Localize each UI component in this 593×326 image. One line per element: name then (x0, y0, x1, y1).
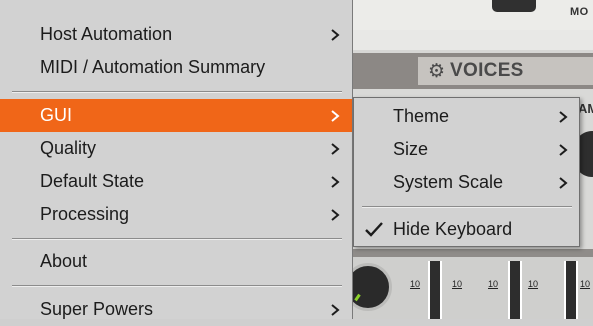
fader-scale-label: 10 (528, 279, 539, 289)
top-label: MO (570, 6, 589, 18)
fader-scale-label: 10 (452, 279, 463, 289)
menu-item-processing[interactable]: Processing (0, 198, 352, 231)
chevron-right-icon (558, 166, 570, 199)
submenu-item-label: Size (393, 139, 429, 159)
submenu-item-theme[interactable]: Theme (354, 100, 579, 133)
menu-separator (12, 285, 342, 287)
menu-item-super-powers[interactable]: Super Powers (0, 293, 352, 326)
fader-scale-label: 10 (410, 279, 421, 289)
chevron-right-icon (330, 132, 342, 165)
menu-separator (12, 238, 342, 240)
menu-item-label: Host Automation (40, 24, 173, 44)
menu-item-default-state[interactable]: Default State (0, 165, 352, 198)
gear-icon: ⚙ (428, 60, 446, 82)
top-panel: MO (352, 0, 593, 32)
lower-panel: 10 10 10 10 10 (344, 249, 593, 319)
menu-item-about[interactable]: About (0, 245, 352, 278)
chevron-right-icon (330, 198, 342, 231)
menu-item-quality[interactable]: Quality (0, 132, 352, 165)
submenu-item-system-scale[interactable]: System Scale (354, 166, 579, 199)
fader-3[interactable] (564, 261, 578, 319)
voices-header: ⚙ VOICES (418, 57, 593, 85)
menu-item-host-automation[interactable]: Host Automation (0, 18, 352, 51)
menu-item-label: GUI (40, 105, 73, 125)
panel-stripe (352, 30, 593, 50)
menu-item-label: About (40, 251, 88, 271)
chevron-right-icon (330, 293, 342, 326)
check-icon (364, 213, 384, 246)
menu-item-label: Super Powers (40, 299, 154, 319)
chevron-right-icon (330, 165, 342, 198)
menu-item-label: Quality (40, 138, 97, 158)
gui-submenu: Theme Size System Scale Hide Keyboard (353, 97, 580, 247)
menu-item-label: MIDI / Automation Summary (40, 57, 266, 77)
knob-indicator (354, 293, 361, 302)
submenu-item-label: Theme (393, 106, 450, 126)
chevron-right-icon (330, 99, 342, 132)
menu-item-label: Default State (40, 171, 145, 191)
context-menu: Host Automation MIDI / Automation Summar… (0, 0, 353, 319)
menu-item-midi-automation-summary[interactable]: MIDI / Automation Summary (0, 51, 352, 84)
chevron-right-icon (558, 133, 570, 166)
right-label: AM (578, 101, 593, 116)
fader-scale-label: 10 (580, 279, 591, 289)
menu-item-label: Processing (40, 204, 130, 224)
submenu-separator (362, 206, 572, 208)
fader-scale-label: 10 (488, 279, 499, 289)
submenu-item-label: Hide Keyboard (393, 219, 513, 239)
submenu-item-hide-keyboard[interactable]: Hide Keyboard (354, 213, 579, 246)
menu-item-gui[interactable]: GUI (0, 99, 352, 132)
lower-panel-header (352, 249, 593, 257)
chevron-right-icon (330, 18, 342, 51)
chevron-right-icon (558, 100, 570, 133)
fader-1[interactable] (428, 261, 442, 319)
submenu-item-label: System Scale (393, 172, 504, 192)
menu-separator (12, 91, 342, 93)
submenu-item-size[interactable]: Size (354, 133, 579, 166)
top-knob[interactable] (492, 0, 536, 12)
fader-2[interactable] (508, 261, 522, 319)
voices-title: VOICES (450, 60, 524, 81)
